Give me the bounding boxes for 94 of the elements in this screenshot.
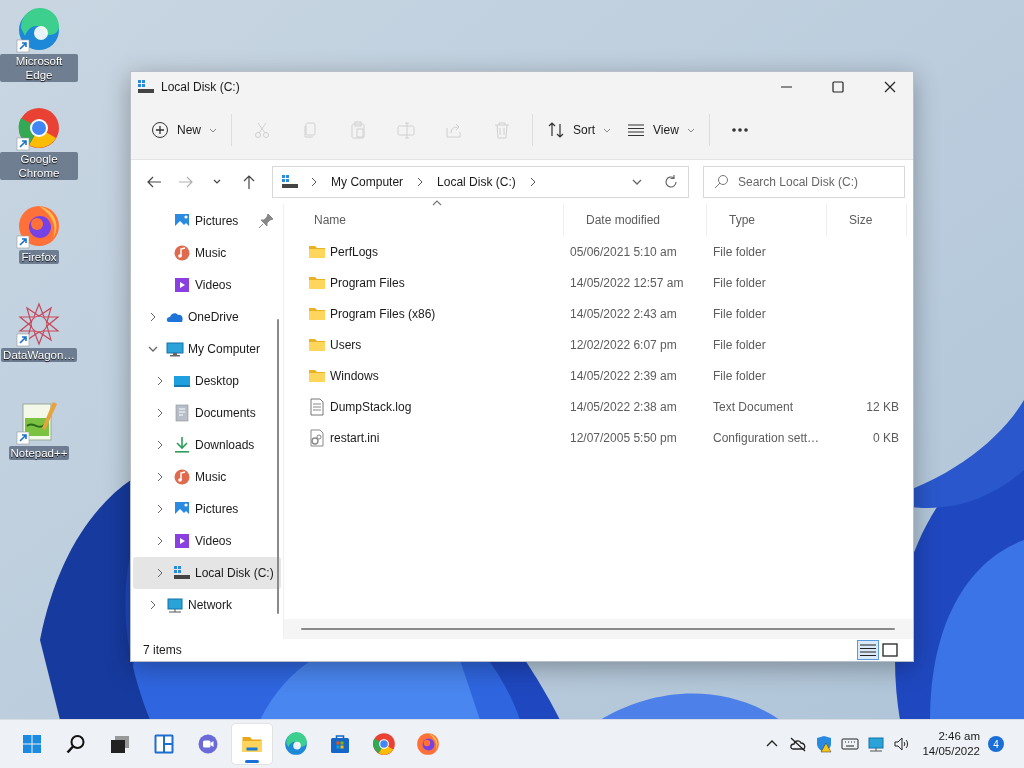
text-file-icon bbox=[308, 397, 326, 416]
pictures-icon bbox=[173, 500, 191, 518]
sidebar-item[interactable]: My Computer bbox=[133, 333, 281, 365]
scrollbar[interactable] bbox=[277, 319, 279, 614]
table-cell-text: 14/05/2022 2:39 am bbox=[569, 368, 678, 383]
table-cell-text: 12 KB bbox=[865, 399, 900, 414]
file-name[interactable]: Program Files (x86) bbox=[330, 306, 436, 321]
desktop-icon-label[interactable]: DataWagon… bbox=[1, 348, 77, 362]
video-icon bbox=[173, 276, 191, 294]
table-cell-text: File folder bbox=[712, 337, 767, 352]
caret-icon bbox=[686, 127, 695, 133]
drive-icon bbox=[137, 77, 155, 96]
table-cell-text: File folder bbox=[712, 306, 767, 321]
column-header[interactable]: Size bbox=[827, 204, 907, 236]
clock[interactable]: 2:46 am 14/05/2022 bbox=[922, 729, 980, 759]
shield-warning-icon[interactable] bbox=[814, 733, 835, 755]
minimize-icon bbox=[780, 85, 792, 88]
table-cell-text: 12/07/2005 5:50 pm bbox=[569, 430, 678, 445]
toolbar-button[interactable]: View bbox=[619, 114, 703, 146]
sidebar-item[interactable]: OneDrive bbox=[133, 301, 281, 333]
file-name[interactable]: restart.ini bbox=[330, 430, 380, 445]
sidebar-item[interactable]: Network bbox=[133, 589, 281, 621]
scrollbar[interactable] bbox=[301, 628, 895, 630]
file-name[interactable]: Windows bbox=[330, 368, 379, 383]
network-icon bbox=[166, 596, 184, 614]
table-cell-text: 14/05/2022 12:57 am bbox=[569, 275, 685, 290]
notification-badge[interactable]: 4 bbox=[988, 736, 1004, 752]
download-icon bbox=[173, 436, 191, 454]
window-title: Local Disk (C:) bbox=[161, 79, 241, 94]
fox-globe-icon bbox=[415, 731, 441, 757]
breadcrumb[interactable]: My Computer bbox=[329, 175, 406, 189]
table-cell-text: 14/05/2022 2:38 am bbox=[569, 399, 678, 414]
search-field[interactable]: Search Local Disk (C:) bbox=[736, 174, 896, 190]
table-cell-text: File folder bbox=[712, 368, 767, 383]
toolbar-button[interactable]: Sort bbox=[539, 114, 620, 146]
list-icon bbox=[627, 121, 646, 139]
music-note-icon bbox=[173, 244, 191, 262]
file-name[interactable]: DumpStack.log bbox=[330, 399, 412, 414]
desktop-icon-label[interactable]: Google Chrome bbox=[0, 152, 78, 180]
table-cell-text: 0 KB bbox=[872, 430, 900, 445]
refresh-icon[interactable] bbox=[662, 173, 680, 191]
column-header[interactable]: Date modified bbox=[564, 204, 707, 236]
caret-icon bbox=[603, 127, 612, 133]
item-count: 7 items bbox=[143, 643, 182, 657]
sidebar-item[interactable]: Videos bbox=[133, 269, 281, 301]
monitor-icon bbox=[166, 340, 184, 358]
drive-icon bbox=[281, 173, 300, 191]
toolbar-button[interactable]: New bbox=[143, 114, 225, 146]
table-cell-text: 12/02/2022 6:07 pm bbox=[569, 337, 678, 352]
video-icon bbox=[173, 532, 191, 550]
table-cell-text: 14/05/2022 2:43 am bbox=[569, 306, 678, 321]
details-view-icon[interactable] bbox=[857, 640, 879, 660]
desktop-icon-label[interactable]: Microsoft Edge bbox=[0, 54, 78, 82]
sidebar-item[interactable]: Documents bbox=[133, 397, 281, 429]
browser-circle-icon bbox=[371, 731, 397, 757]
sidebar-item[interactable]: Desktop bbox=[133, 365, 281, 397]
sidebar-item[interactable]: Pictures bbox=[133, 493, 281, 525]
file-name[interactable]: Program Files bbox=[330, 275, 405, 290]
column-header[interactable]: Name bbox=[292, 204, 564, 236]
sidebar-item[interactable]: Pictures bbox=[133, 205, 281, 237]
settings-file-icon bbox=[308, 428, 326, 447]
start-icon bbox=[20, 732, 44, 756]
breadcrumb[interactable]: Local Disk (C:) bbox=[435, 175, 518, 189]
file-name[interactable]: Users bbox=[330, 337, 362, 352]
column-header[interactable]: Type bbox=[707, 204, 827, 236]
plus-circle-icon bbox=[151, 121, 169, 139]
sidebar-item[interactable]: Downloads bbox=[133, 429, 281, 461]
table-cell-text: 05/06/2021 5:10 am bbox=[569, 244, 678, 259]
desktop-icon-label[interactable]: Notepad++ bbox=[8, 446, 70, 460]
caret-icon bbox=[209, 127, 217, 133]
tiles-view-icon[interactable] bbox=[879, 640, 901, 660]
sidebar-item[interactable]: Music bbox=[133, 237, 281, 269]
store-bag-icon bbox=[328, 732, 352, 756]
star-pattern-icon[interactable] bbox=[15, 300, 63, 348]
desktop-icon-label[interactable]: Firefox bbox=[19, 250, 59, 264]
widgets-icon bbox=[152, 732, 176, 756]
search-icon bbox=[712, 173, 730, 191]
table-cell-text: File folder bbox=[712, 244, 767, 259]
document-icon bbox=[173, 404, 191, 422]
table-cell-text: Configuration sett… bbox=[712, 430, 821, 445]
sidebar-item[interactable]: Music bbox=[133, 461, 281, 493]
file-name[interactable]: PerfLogs bbox=[330, 244, 379, 259]
music-note-icon bbox=[173, 468, 191, 486]
table-cell-text: Text Document bbox=[712, 399, 795, 414]
sidebar-item[interactable]: Local Disk (C:) bbox=[133, 557, 281, 589]
sort-icon bbox=[547, 121, 565, 139]
drive-icon bbox=[173, 564, 191, 582]
browser-swirl-icon bbox=[283, 731, 309, 757]
search-box[interactable]: Search Local Disk (C:) bbox=[703, 166, 905, 198]
sidebar-item[interactable]: Videos bbox=[133, 525, 281, 557]
video-chat-icon bbox=[196, 732, 220, 756]
pictures-icon bbox=[173, 212, 191, 230]
address-bar[interactable]: My Computer Local Disk (C:) bbox=[272, 166, 689, 198]
table-cell-text: File folder bbox=[712, 275, 767, 290]
